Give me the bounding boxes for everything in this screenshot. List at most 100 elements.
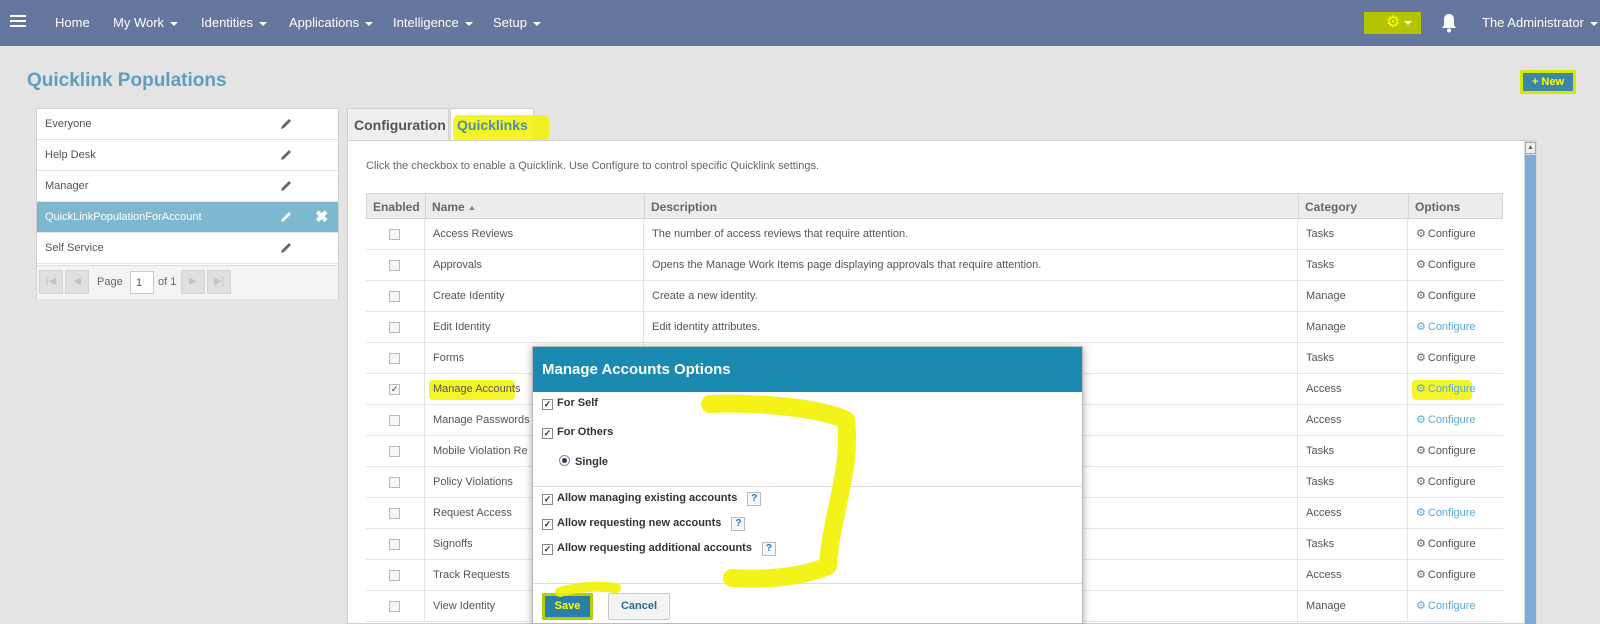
enabled-checkbox[interactable] <box>389 291 400 302</box>
population-item-help-desk[interactable]: Help Desk <box>37 140 338 171</box>
col-name[interactable]: Name <box>426 194 645 220</box>
hamburger-menu-icon[interactable] <box>10 15 26 29</box>
new-button[interactable]: + New <box>1520 70 1576 94</box>
pencil-icon[interactable] <box>279 210 293 224</box>
help-icon[interactable]: ? <box>747 492 762 506</box>
first-page-icon[interactable]: |◀ <box>39 270 63 294</box>
description-cell: Create a new identity. <box>644 281 1298 312</box>
for-self-option[interactable]: ✓ For Self <box>542 397 598 410</box>
page-number-input[interactable] <box>130 271 154 294</box>
pencil-icon[interactable] <box>279 179 293 193</box>
save-button[interactable]: Save <box>542 593 593 620</box>
prev-page-icon[interactable]: ◀ <box>65 270 89 294</box>
nav-applications[interactable]: Applications <box>289 15 374 30</box>
cancel-button[interactable]: Cancel <box>608 593 670 620</box>
next-page-icon[interactable]: ▶ <box>181 270 205 294</box>
population-item-self-service[interactable]: Self Service <box>37 233 338 264</box>
tab-configuration[interactable]: Configuration <box>347 108 449 140</box>
help-icon[interactable]: ? <box>761 542 776 556</box>
table-row[interactable]: Create Identity Create a new identity. Man… <box>366 281 1503 312</box>
allow-existing-option[interactable]: ✓ Allow managing existing accounts? <box>542 492 762 506</box>
configure-link[interactable]: ⚙ Configure <box>1416 259 1476 271</box>
col-category[interactable]: Category <box>1299 194 1409 220</box>
enabled-checkbox[interactable] <box>389 539 400 550</box>
category-cell: Manage <box>1298 591 1408 622</box>
pencil-icon[interactable] <box>279 241 293 255</box>
divider <box>533 486 1082 487</box>
delete-icon[interactable]: ✖ <box>315 202 328 233</box>
single-radio[interactable] <box>559 455 570 466</box>
enabled-checkbox[interactable] <box>389 229 400 240</box>
nav-my-work-label: My Work <box>113 15 165 30</box>
nav-identities[interactable]: Identities <box>201 15 268 30</box>
last-page-icon[interactable]: ▶| <box>207 270 231 294</box>
nav-home[interactable]: Home <box>55 15 90 30</box>
for-others-checkbox[interactable]: ✓ <box>542 428 553 439</box>
enabled-checkbox[interactable]: ✓ <box>389 384 400 395</box>
allow-additional-checkbox[interactable]: ✓ <box>542 544 553 555</box>
table-row[interactable]: Edit Identity Edit identity attributes. Ma… <box>366 312 1503 343</box>
settings-menu-button[interactable]: ⚙ <box>1364 12 1421 34</box>
configure-link[interactable]: ⚙ Configure <box>1416 321 1476 333</box>
user-menu[interactable]: The Administrator <box>1482 15 1598 30</box>
configure-link[interactable]: ⚙ Configure <box>1416 383 1476 395</box>
configure-link[interactable]: ⚙ Configure <box>1416 476 1476 488</box>
configure-link[interactable]: ⚙ Configure <box>1416 290 1476 302</box>
tab-quicklinks[interactable]: Quicklinks <box>450 108 549 142</box>
options-cell: ⚙ Configure <box>1408 250 1503 281</box>
gear-icon: ⚙ <box>1416 352 1426 364</box>
col-options[interactable]: Options <box>1409 194 1504 220</box>
enabled-checkbox[interactable] <box>389 415 400 426</box>
for-self-checkbox[interactable]: ✓ <box>542 399 553 410</box>
allow-additional-option[interactable]: ✓ Allow requesting additional accounts? <box>542 542 776 556</box>
page-label: Page <box>97 276 123 288</box>
configure-link[interactable]: ⚙ Configure <box>1416 414 1476 426</box>
nav-setup[interactable]: Setup <box>493 15 541 30</box>
manage-accounts-options-dialog: Manage Accounts Options ✓ For Self ✓ For O… <box>532 346 1083 624</box>
enabled-checkbox[interactable] <box>389 477 400 488</box>
col-category-label: Category <box>1305 200 1358 214</box>
col-enabled[interactable]: Enabled <box>367 194 426 220</box>
nav-intelligence[interactable]: Intelligence <box>393 15 473 30</box>
configure-link[interactable]: ⚙ Configure <box>1416 228 1476 240</box>
enabled-checkbox[interactable] <box>389 353 400 364</box>
table-row[interactable]: Approvals Opens the Manage Work Items pag… <box>366 250 1503 281</box>
configure-link[interactable]: ⚙ Configure <box>1416 445 1476 457</box>
allow-new-option[interactable]: ✓ Allow requesting new accounts? <box>542 517 746 531</box>
gear-icon: ⚙ <box>1416 569 1426 581</box>
allow-new-checkbox[interactable]: ✓ <box>542 519 553 530</box>
quicklink-name: Track Requests <box>433 569 510 581</box>
pencil-icon[interactable] <box>279 117 293 131</box>
allow-existing-checkbox[interactable]: ✓ <box>542 494 553 505</box>
enabled-checkbox[interactable] <box>389 570 400 581</box>
for-others-option[interactable]: ✓ For Others <box>542 426 613 439</box>
vertical-scrollbar[interactable]: ▲ <box>1524 141 1537 624</box>
enabled-checkbox[interactable] <box>389 446 400 457</box>
enabled-checkbox[interactable] <box>389 260 400 271</box>
bell-icon[interactable] <box>1440 13 1458 33</box>
configure-link[interactable]: ⚙ Configure <box>1416 352 1476 364</box>
table-row[interactable]: Access Reviews The number of access revie… <box>366 219 1503 250</box>
pencil-icon[interactable] <box>279 148 293 162</box>
population-item-manager[interactable]: Manager <box>37 171 338 202</box>
help-icon[interactable]: ? <box>731 517 746 531</box>
single-option[interactable]: Single <box>559 455 608 468</box>
quicklink-name: Policy Violations <box>433 476 513 488</box>
configure-label: Configure <box>1427 290 1476 302</box>
enabled-checkbox[interactable] <box>389 322 400 333</box>
population-item-quicklinkpopulationforaccount[interactable]: QuickLinkPopulationForAccount ✖ <box>37 202 338 233</box>
col-description[interactable]: Description <box>645 194 1299 220</box>
configure-link[interactable]: ⚙ Configure <box>1416 507 1476 519</box>
nav-my-work[interactable]: My Work <box>113 15 179 30</box>
scroll-thumb[interactable] <box>1525 155 1536 624</box>
scroll-up-icon[interactable]: ▲ <box>1525 142 1536 154</box>
enabled-checkbox[interactable] <box>389 601 400 612</box>
caret-down-icon <box>532 21 541 26</box>
population-item-everyone[interactable]: Everyone <box>37 109 338 140</box>
configure-link[interactable]: ⚙ Configure <box>1416 600 1476 612</box>
configure-link[interactable]: ⚙ Configure <box>1416 569 1476 581</box>
top-nav: Home My Work Identities Applications Int… <box>0 0 1600 46</box>
enabled-cell <box>366 343 425 374</box>
enabled-checkbox[interactable] <box>389 508 400 519</box>
configure-link[interactable]: ⚙ Configure <box>1416 538 1476 550</box>
